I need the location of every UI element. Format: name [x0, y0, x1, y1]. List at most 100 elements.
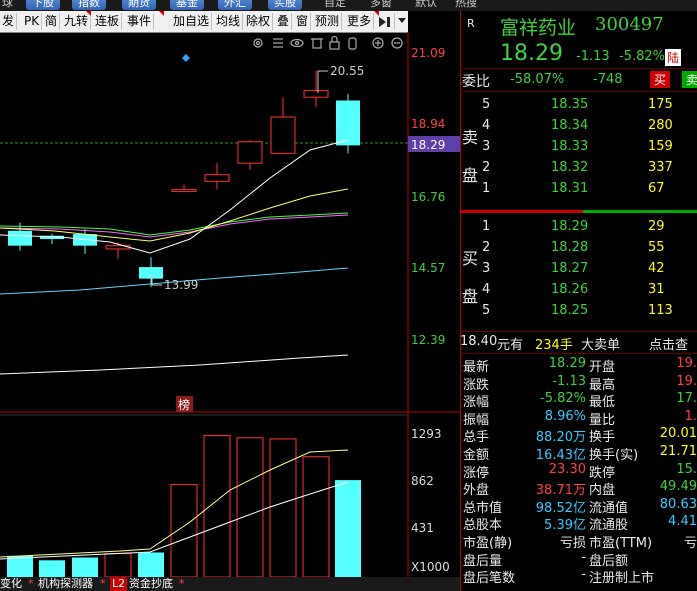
order-volume: 175 — [648, 97, 673, 112]
tab-futures[interactable]: 期货 — [122, 0, 156, 10]
volume-bar — [104, 553, 132, 578]
quote-value: 38.71万 — [535, 483, 586, 499]
toolbar-btn-predict[interactable]: 预测 — [313, 13, 343, 30]
new-marker — [159, 11, 164, 16]
stock-name: 富祥药业 — [500, 17, 577, 39]
order-price: 18.27 — [551, 261, 589, 276]
quote-label: 跌停 — [589, 465, 616, 481]
order-volume: 29 — [648, 219, 665, 234]
quote-label: 涨停 — [463, 465, 490, 481]
weibi-diff: -748 — [593, 72, 623, 87]
top-default[interactable]: 默认 — [415, 0, 437, 10]
toolbar-btn-more[interactable]: 更多 — [345, 13, 375, 30]
order-price: 18.33 — [551, 139, 589, 154]
quote-label: 涨幅 — [463, 395, 490, 411]
tab-stock[interactable]: 下股 — [26, 0, 60, 10]
toolbar-btn-pk[interactable]: PK — [22, 13, 43, 30]
big-order-link[interactable]: 点击查 — [649, 334, 688, 353]
quote-value: 18.29 — [548, 356, 586, 371]
tab-mark: * — [179, 577, 185, 590]
tab-forex[interactable]: 外汇 — [218, 0, 252, 10]
toolbar-btn-window[interactable]: 窗 — [294, 13, 312, 30]
quote-label: 换手(实) — [589, 448, 639, 463]
tab-fund[interactable]: 基金 — [170, 0, 204, 10]
kline-svg[interactable]: 20.55 13.99 21.09 18.94 18.29 16.76 14.5… — [0, 32, 460, 578]
ma20-line-2 — [0, 212, 349, 236]
toolbar-btn-lianban[interactable]: 连板 — [93, 13, 123, 30]
order-price: 18.31 — [551, 181, 589, 196]
big-order-label: 大卖单 — [581, 338, 621, 353]
tune-icon[interactable] — [273, 38, 283, 48]
buy-button[interactable]: 买 — [650, 71, 671, 88]
quote-value: 49.49 — [659, 479, 697, 495]
chart-toolbar: 发 PK 简 九转 连板 事件 加自选 均线 除权 叠 窗 预测 更多 — [0, 11, 408, 33]
quote-value: 亏 — [683, 536, 697, 551]
quote-label: 流通值 — [589, 500, 629, 516]
stock-pct: -5.82% — [619, 49, 665, 64]
top-hot-search[interactable]: 热搜 — [455, 0, 477, 10]
toolbar-btn-fa[interactable]: 发 — [0, 13, 18, 30]
divider — [460, 11, 461, 591]
stock-price: 18.29 — [500, 41, 563, 66]
zoom-in-icon[interactable] — [372, 37, 384, 49]
lock-icon[interactable] — [329, 35, 340, 50]
quote-value: -5.82% — [540, 391, 586, 407]
low-price-label: 13.99 — [164, 278, 198, 292]
toolbar-btn-simple[interactable]: 简 — [43, 13, 61, 30]
toolbar-btn-ma[interactable]: 均线 — [214, 13, 244, 30]
order-level: 4 — [482, 118, 491, 133]
price-tick: 21.09 — [411, 46, 445, 60]
order-level: 4 — [482, 282, 491, 297]
quote-label: 内盘 — [589, 483, 616, 499]
volume-bar — [39, 560, 65, 577]
tab-us-stock[interactable]: 买股 — [268, 0, 302, 10]
bottom-tab-bar: 变化 * 机构探测器 * L2 资金抄底 * — [0, 577, 460, 591]
current-price-value: 18.29 — [411, 138, 445, 152]
order-price: 18.25 — [551, 303, 589, 318]
trash-icon[interactable] — [311, 38, 323, 49]
new-marker — [86, 11, 91, 16]
tab-index[interactable]: 指数 — [72, 0, 106, 10]
kline-chart[interactable]: 20.55 13.99 21.09 18.94 18.29 16.76 14.5… — [0, 32, 460, 578]
toolbar-btn-events[interactable]: 事件 — [125, 13, 155, 30]
big-order-unit: 元有 — [497, 338, 524, 353]
quote-label: 开盘 — [589, 360, 616, 375]
price-tick: 12.39 — [411, 333, 445, 347]
order-price: 18.35 — [551, 97, 589, 112]
quote-value: 88.20万 — [535, 430, 586, 446]
eye-icon[interactable] — [290, 38, 304, 48]
hand-icon[interactable] — [348, 37, 357, 50]
buy-side-label-1: 买 — [462, 249, 479, 268]
toolbar-btn-overlay[interactable]: 叠 — [275, 13, 293, 30]
candle-body — [336, 100, 360, 146]
candle-body — [237, 141, 263, 164]
big-order-price: 18.40 — [460, 334, 498, 349]
order-volume: 337 — [648, 160, 673, 175]
sell-button[interactable]: 卖 — [682, 71, 697, 88]
zoom-out-icon[interactable] — [391, 37, 403, 49]
tab-change[interactable]: 变化 — [0, 577, 22, 591]
top-multiwindow[interactable]: 多窗 — [370, 0, 392, 10]
toolbar-btn-exright[interactable]: 除权 — [244, 13, 274, 30]
toolbar-btn-add-watch[interactable]: 加自选 — [171, 13, 213, 30]
gear-icon[interactable] — [253, 38, 263, 48]
quote-value: 1. — [684, 408, 697, 424]
candle-body — [139, 267, 163, 279]
rank-badge-label: 榜 — [178, 397, 190, 412]
chevron-down-icon[interactable] — [395, 13, 409, 30]
quote-value: 16.43亿 — [535, 448, 586, 463]
top-custom[interactable]: 自定 — [324, 0, 346, 10]
quote-label: 外盘 — [463, 483, 490, 499]
candle-body — [303, 90, 329, 98]
quote-label: 涨跌 — [463, 377, 490, 393]
play-bar-icon[interactable] — [376, 13, 395, 30]
order-level: 1 — [482, 219, 491, 234]
weibi-pct: -58.07% — [510, 72, 565, 87]
sell-side-label-2: 盘 — [462, 166, 479, 185]
market-tag: 陆 — [665, 49, 682, 66]
ma10-line — [0, 188, 349, 242]
volume-bar — [7, 555, 33, 577]
tab-institution-detector[interactable]: 机构探测器 — [38, 577, 93, 591]
candle-body — [270, 116, 296, 154]
tab-capital-bottom[interactable]: 资金抄底 — [129, 577, 173, 591]
